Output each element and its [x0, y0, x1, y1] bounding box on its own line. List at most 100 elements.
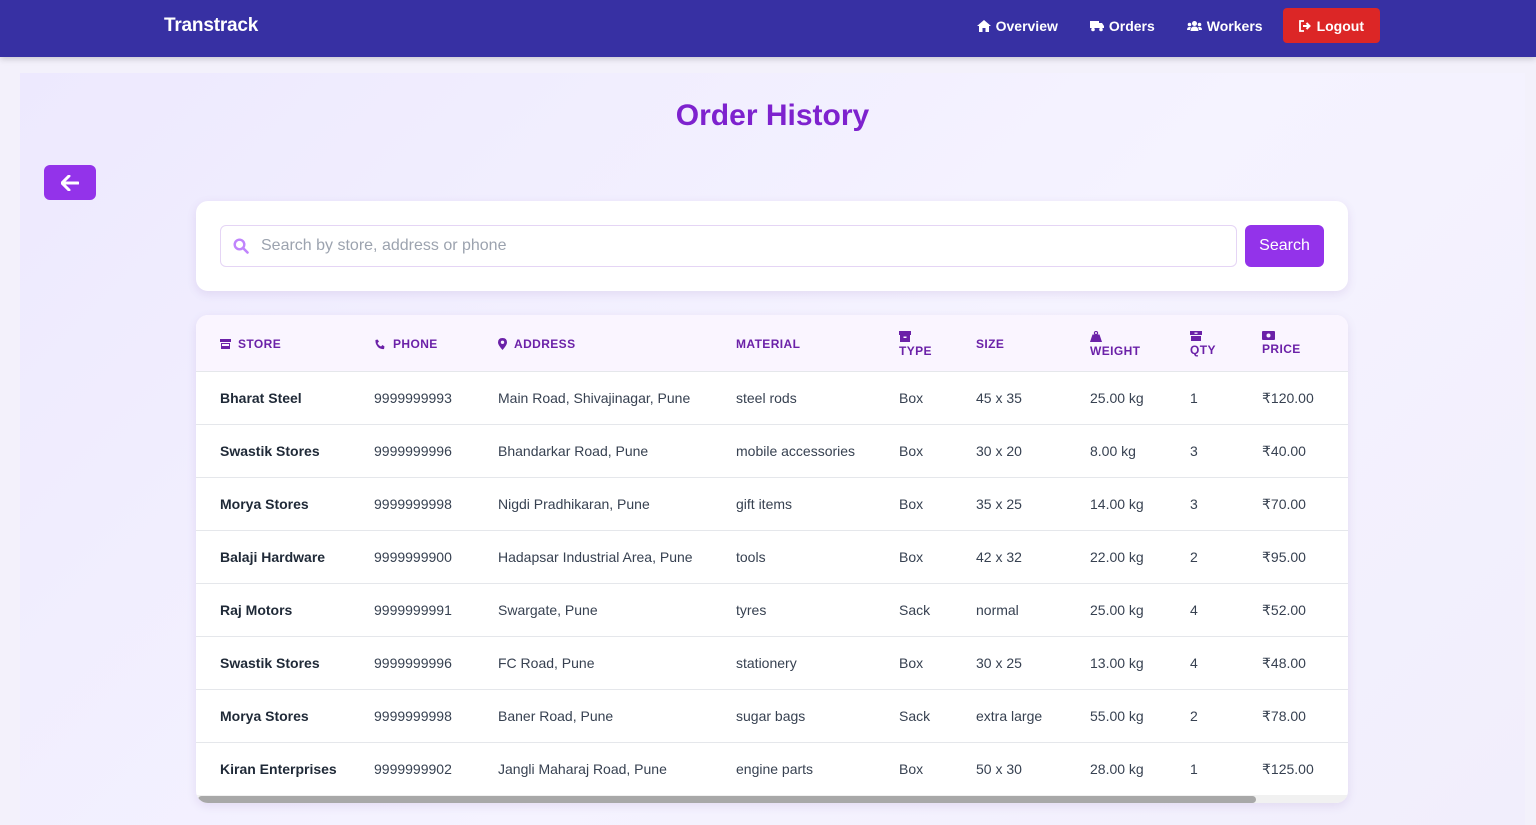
- cell-type: Sack: [899, 602, 931, 618]
- header-store: STORE: [220, 337, 281, 351]
- table-row[interactable]: Kiran Enterprises 9999999902 Jangli Mahara…: [196, 743, 1348, 796]
- cell-address: Main Road, Shivajinagar, Pune: [498, 390, 691, 406]
- cell-qty: 1: [1190, 390, 1198, 406]
- cell-type: Box: [899, 443, 924, 459]
- cell-store: Swastik Stores: [220, 443, 320, 459]
- cell-address: Hadapsar Industrial Area, Pune: [498, 549, 693, 565]
- cell-weight: 28.00 kg: [1090, 761, 1144, 777]
- brand-logo[interactable]: Transtrack: [164, 15, 258, 37]
- cell-phone: 9999999991: [374, 602, 452, 618]
- header-weight: WEIGHT: [1090, 331, 1140, 358]
- cell-price: ₹70.00: [1262, 496, 1306, 512]
- nav-overview-link[interactable]: Overview: [969, 9, 1066, 43]
- cell-size: 30 x 20: [976, 443, 1022, 459]
- cell-weight: 25.00 kg: [1090, 390, 1144, 406]
- main-panel: Order History Search STORE PHONE ADDRESS: [20, 73, 1525, 825]
- page-title: Order History: [675, 99, 870, 132]
- logout-label: Logout: [1316, 17, 1364, 34]
- scrollbar-thumb[interactable]: [198, 796, 1256, 803]
- cell-size: 50 x 30: [976, 761, 1022, 777]
- phone-icon: [375, 339, 385, 350]
- cell-address: Bhandarkar Road, Pune: [498, 443, 649, 459]
- cell-qty: 3: [1190, 496, 1198, 512]
- cell-price: ₹95.00: [1262, 549, 1306, 565]
- horizontal-scrollbar[interactable]: [196, 795, 1348, 803]
- cell-material: tyres: [736, 602, 767, 618]
- cell-weight: 55.00 kg: [1090, 708, 1144, 724]
- order-history-table: STORE PHONE ADDRESS MATERIAL TYPE SIZE W…: [196, 315, 1348, 803]
- cell-price: ₹78.00: [1262, 708, 1306, 724]
- cell-material: mobile accessories: [736, 443, 856, 459]
- cell-price: ₹48.00: [1262, 655, 1306, 671]
- cell-weight: 22.00 kg: [1090, 549, 1144, 565]
- cell-store: Balaji Hardware: [220, 549, 326, 565]
- cell-type: Box: [899, 655, 924, 671]
- truck-icon: [1089, 20, 1104, 31]
- cell-store: Raj Motors: [220, 602, 293, 618]
- table-row[interactable]: Morya Stores 9999999998 Baner Road, Pune su…: [196, 690, 1348, 743]
- boxes-icon: [1190, 331, 1202, 341]
- cell-phone: 9999999902: [374, 761, 452, 777]
- users-icon: [1186, 20, 1202, 31]
- nav-workers-link[interactable]: Workers: [1179, 9, 1271, 43]
- cell-price: ₹125.00: [1262, 761, 1314, 777]
- cell-qty: 2: [1190, 708, 1198, 724]
- table-row[interactable]: Morya Stores 9999999998 Nigdi Pradhikaran,…: [196, 478, 1348, 531]
- nav-orders-link[interactable]: Orders: [1082, 9, 1163, 43]
- cell-store: Morya Stores: [220, 496, 309, 512]
- cell-store: Morya Stores: [220, 708, 309, 724]
- nav-overview-label: Overview: [995, 17, 1058, 34]
- nav-links: Overview Orders Workers Logout: [953, 8, 1380, 43]
- header-qty: QTY: [1190, 331, 1216, 357]
- cell-address: FC Road, Pune: [498, 655, 595, 671]
- cell-phone: 9999999998: [374, 496, 452, 512]
- cell-store: Swastik Stores: [220, 655, 320, 671]
- search-field[interactable]: [220, 225, 1237, 267]
- cell-type: Sack: [899, 708, 931, 724]
- weight-icon: [1090, 331, 1102, 342]
- back-button[interactable]: [44, 165, 96, 200]
- cell-phone: 9999999993: [374, 390, 452, 406]
- table-row[interactable]: Swastik Stores 9999999996 Bhandarkar Road,…: [196, 425, 1348, 478]
- cell-qty: 3: [1190, 443, 1198, 459]
- cell-size: 42 x 32: [976, 549, 1022, 565]
- money-bill-icon: [1262, 331, 1275, 340]
- table-row[interactable]: Bharat Steel 9999999993 Main Road, Shivaji…: [196, 372, 1348, 425]
- cell-type: Box: [899, 549, 924, 565]
- sign-out-icon: [1298, 19, 1311, 32]
- cell-store: Kiran Enterprises: [220, 761, 337, 777]
- cell-material: stationery: [736, 655, 797, 671]
- cell-weight: 8.00 kg: [1090, 443, 1136, 459]
- cell-address: Baner Road, Pune: [498, 708, 614, 724]
- search-button[interactable]: Search: [1245, 225, 1324, 267]
- cell-price: ₹52.00: [1262, 602, 1306, 618]
- search-icon: [233, 238, 249, 254]
- map-marker-icon: [498, 338, 507, 350]
- cell-size: 30 x 25: [976, 655, 1022, 671]
- header-phone: PHONE: [374, 337, 438, 351]
- cell-address: Swargate, Pune: [498, 602, 598, 618]
- header-size: SIZE: [976, 337, 1005, 351]
- box-icon: [899, 331, 911, 342]
- cell-material: tools: [736, 549, 766, 565]
- cell-qty: 4: [1190, 655, 1198, 671]
- cell-store: Bharat Steel: [220, 390, 302, 406]
- table-row[interactable]: Swastik Stores 9999999996 FC Road, Pune sta…: [196, 637, 1348, 690]
- cell-phone: 9999999996: [374, 655, 452, 671]
- cell-material: gift items: [736, 496, 793, 512]
- table-row[interactable]: Raj Motors 9999999991 Swargate, Pune tyres S…: [196, 584, 1348, 637]
- cell-address: Nigdi Pradhikaran, Pune: [498, 496, 650, 512]
- header-type: TYPE: [899, 331, 932, 358]
- cell-qty: 4: [1190, 602, 1198, 618]
- logout-button[interactable]: Logout: [1282, 8, 1380, 43]
- header-material: MATERIAL: [736, 337, 801, 351]
- cell-size: 45 x 35: [976, 390, 1022, 406]
- nav-workers-label: Workers: [1206, 17, 1263, 34]
- cell-qty: 1: [1190, 761, 1198, 777]
- search-input[interactable]: [261, 226, 1221, 266]
- top-navbar: Transtrack Overview Orders Workers Logou…: [0, 0, 1536, 57]
- store-icon: [220, 339, 231, 349]
- table-header: STORE PHONE ADDRESS MATERIAL TYPE SIZE W…: [196, 315, 1348, 372]
- table-row[interactable]: Balaji Hardware 9999999900 Hadapsar Indust…: [196, 531, 1348, 584]
- home-icon: [976, 19, 991, 32]
